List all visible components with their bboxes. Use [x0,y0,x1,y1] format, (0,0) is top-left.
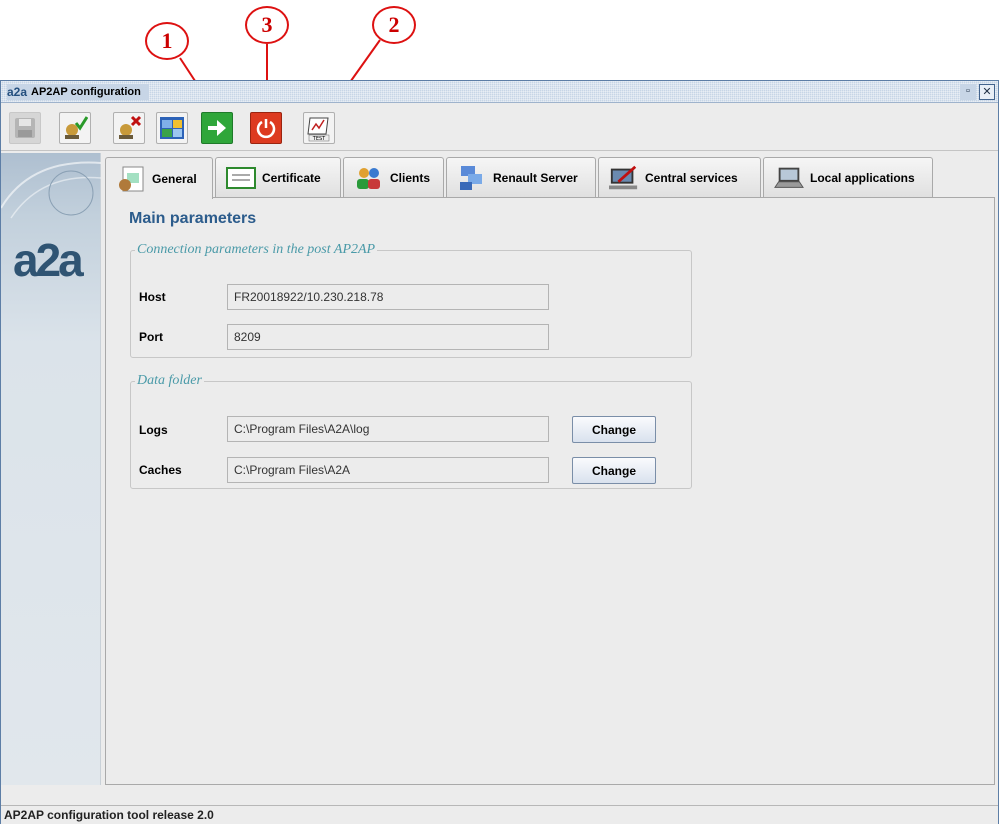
tab-local-applications[interactable]: Local applications [763,157,933,197]
logs-field[interactable]: C:\Program Files\A2A\log [227,416,549,442]
callout-2: 2 [372,6,416,44]
tools-x-icon [119,115,142,139]
tab-certificate[interactable]: Certificate [215,157,341,197]
port-label: Port [139,330,163,344]
server-icon [457,163,487,193]
close-icon[interactable]: ✕ [979,84,995,100]
general-panel: Main parameters Connection parameters in… [105,197,995,785]
logs-change-button[interactable]: Change [572,416,656,443]
window-title-text: AP2AP configuration [31,86,141,98]
caches-field[interactable]: C:\Program Files\A2A [227,457,549,483]
tab-certificate-label: Certificate [262,170,321,185]
caches-change-button[interactable]: Change [572,457,656,484]
tab-central-services-label: Central services [645,170,738,185]
tab-general[interactable]: General [105,157,213,199]
page-title: Main parameters [129,210,257,227]
clients-icon [354,163,384,193]
tab-renault-server[interactable]: Renault Server [446,157,596,197]
window-title: a2a AP2AP configuration [7,84,149,100]
power-icon [256,119,276,139]
host-field[interactable]: FR20018922/10.230.218.78 [227,284,549,310]
tab-clients[interactable]: Clients [343,157,444,197]
tab-central-services[interactable]: Central services [598,157,761,197]
callout-3: 3 [245,6,289,44]
connection-parameters-legend: Connection parameters in the post AP2AP [137,242,376,257]
callout-1: 1 [145,22,189,60]
test-label: TEST [312,136,326,142]
port-field[interactable]: 8209 [227,324,549,350]
title-bar[interactable]: a2a AP2AP configuration ▫ ✕ [1,81,998,103]
tab-bar: General Certificate Clients Renault Serv… [105,157,994,199]
save-button[interactable] [9,112,41,144]
floppy-disk-icon [15,118,35,138]
side-logo-panel: a2a [1,153,101,785]
central-services-icon [609,163,639,193]
tools-check-icon [65,116,88,139]
status-bar: AP2AP configuration tool release 2.0 [1,805,998,824]
certificate-icon [226,163,256,193]
globe-graphic-icon [1,161,101,219]
general-icon [116,164,146,194]
apply-button[interactable] [59,112,91,144]
tab-renault-server-label: Renault Server [493,170,578,185]
config-window: a2a AP2AP configuration ▫ ✕ TEST a2a Gen… [0,80,999,824]
restore-icon[interactable]: ▫ [960,84,976,100]
logs-label: Logs [139,423,168,437]
app-logo-icon: a2a [7,85,28,99]
power-button[interactable] [250,112,282,144]
window-layout-icon [160,117,184,139]
side-logo: a2a [13,234,84,286]
data-folder-legend: Data folder [137,373,202,388]
tab-clients-label: Clients [390,170,431,185]
laptop-icon [774,163,804,193]
test-chart-icon: TEST [307,117,330,142]
layout-button[interactable] [156,112,188,144]
test-button[interactable]: TEST [303,112,335,144]
go-button[interactable] [201,112,233,144]
toolbar: TEST [1,103,998,151]
tab-local-applications-label: Local applications [810,170,915,185]
cancel-button[interactable] [113,112,145,144]
green-arrow-icon [208,120,226,136]
host-label: Host [139,290,166,304]
tab-general-label: General [152,171,197,186]
caches-label: Caches [139,463,182,477]
